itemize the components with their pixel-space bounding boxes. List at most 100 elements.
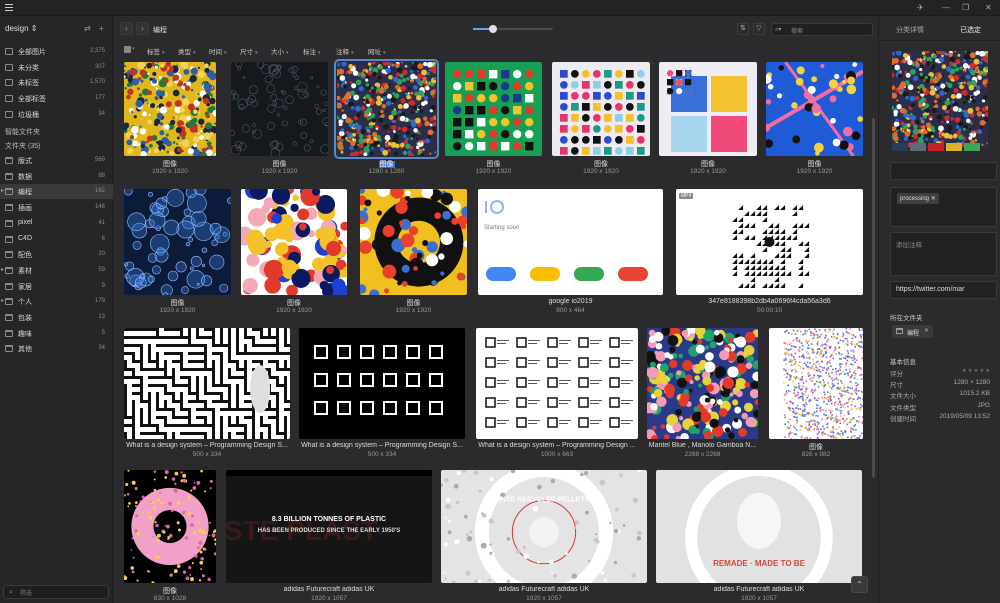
folder-chip[interactable]: 编程 ✕: [892, 325, 933, 338]
thumbnail[interactable]: Starting soon: [478, 189, 663, 295]
filter-chip[interactable]: 网址 ▾: [368, 46, 386, 56]
thumbnail-art: [476, 328, 638, 439]
sidebar-item[interactable]: 其他 34: [0, 341, 113, 356]
thumbnail[interactable]: [766, 62, 863, 156]
sidebar-item[interactable]: C4D 6: [0, 232, 113, 247]
filter-chip[interactable]: 时间 ▾: [209, 46, 227, 56]
sidebar-item[interactable]: pixel 41: [0, 216, 113, 231]
filter-chip[interactable]: 类型 ▾: [178, 46, 196, 56]
zoom-slider-knob[interactable]: [489, 25, 497, 33]
sidebar-item[interactable]: 未分类 307: [0, 60, 113, 75]
thumbnail[interactable]: [769, 328, 863, 439]
view-mode-icon[interactable]: [124, 46, 131, 53]
sidebar-item[interactable]: 家居 9: [0, 279, 113, 294]
thumbnail[interactable]: MP4: [676, 189, 863, 295]
thumbnail[interactable]: [445, 62, 542, 156]
tile-caption: What is a design system – Programming De…: [299, 442, 465, 449]
sidebar-filter-input[interactable]: ⌕ 筛选: [3, 585, 109, 599]
sidebar-item[interactable]: 全部图片 2,375: [0, 44, 113, 59]
thumbnail[interactable]: [476, 328, 638, 439]
back-button[interactable]: ‹: [120, 22, 133, 35]
sidebar-item[interactable]: 版式 569: [0, 153, 113, 168]
filter-chip[interactable]: 注释 ▾: [336, 46, 354, 56]
thumbnail[interactable]: [231, 62, 328, 156]
thumbnail[interactable]: [552, 62, 650, 156]
sidebar-item[interactable]: 插画 146: [0, 200, 113, 215]
color-swatch[interactable]: [946, 143, 962, 151]
folder-remove-icon[interactable]: ✕: [924, 327, 929, 334]
thumbnail[interactable]: [299, 328, 465, 439]
thumbnail[interactable]: [124, 189, 231, 295]
forward-button[interactable]: ›: [136, 22, 149, 35]
tile-dimensions: 1920 x 1920: [276, 307, 312, 314]
sidebar-item[interactable]: 包装 13: [0, 310, 113, 325]
sidebar-item[interactable]: ▸ 素材 59: [0, 263, 113, 278]
title-bar: ✈ — ❐ ✕: [0, 0, 1000, 16]
tile-caption: What is a design system – Programming De…: [124, 442, 290, 449]
thumbnail[interactable]: [647, 328, 758, 439]
thumbnail[interactable]: [124, 470, 216, 583]
tile-caption-text: adidas Futurecraft adidas UK: [498, 586, 590, 593]
menu-icon[interactable]: [5, 4, 13, 5]
tag-remove-icon[interactable]: ✕: [931, 196, 936, 202]
thumbnail[interactable]: [124, 62, 216, 156]
sidebar-item[interactable]: ▸ 编程 162: [0, 184, 113, 200]
grid-scrollbar[interactable]: [872, 118, 875, 478]
thumbnail[interactable]: REMADE · MADE TO BE: [656, 470, 862, 583]
scroll-top-button[interactable]: ⌃: [851, 576, 868, 593]
tab-selected[interactable]: 已选定: [960, 25, 981, 35]
expand-caret-icon[interactable]: ▸: [1, 297, 4, 304]
search-input[interactable]: ⌕▾ 搜索: [771, 23, 873, 36]
color-swatch[interactable]: [910, 143, 926, 151]
expand-caret-icon[interactable]: ▸: [1, 266, 4, 273]
tags-field[interactable]: processing ✕: [890, 187, 997, 227]
sidebar-item[interactable]: 数据 88: [0, 169, 113, 184]
pin-icon[interactable]: ✈: [917, 3, 924, 12]
thumbnail[interactable]: INTO RECYCLED PELLETS: [441, 470, 647, 583]
url-field[interactable]: https://twitter.com/mar: [890, 281, 997, 299]
sync-icon[interactable]: ⇄: [84, 24, 91, 33]
color-swatch[interactable]: [964, 143, 980, 151]
add-icon[interactable]: +: [99, 24, 104, 33]
color-swatch[interactable]: [892, 143, 908, 151]
filter-icon[interactable]: ▽: [753, 23, 765, 35]
sidebar-item[interactable]: 垃圾桶 34: [0, 107, 113, 122]
thumbnail[interactable]: STE PLAST 8.3 BILLION TONNES OF PLASTIC HA…: [226, 470, 432, 583]
maximize-icon[interactable]: ❐: [962, 3, 969, 12]
filter-chip[interactable]: 标注 ▾: [303, 46, 321, 56]
thumbnail[interactable]: [124, 328, 290, 439]
filter-chip-label: 注释: [336, 49, 349, 56]
expand-caret-icon[interactable]: ▸: [1, 187, 4, 194]
thumbnail-art: [124, 62, 216, 156]
sidebar-item[interactable]: 趣味 5: [0, 326, 113, 341]
filter-chip[interactable]: 大小 ▾: [271, 46, 289, 56]
zoom-slider[interactable]: [473, 25, 553, 33]
color-swatch[interactable]: [928, 143, 944, 151]
filter-chip[interactable]: 标签 ▾: [147, 46, 165, 56]
view-mode-caret-icon[interactable]: ▾: [132, 46, 135, 52]
sidebar-item[interactable]: 全部标签 177: [0, 91, 113, 106]
title-field[interactable]: [890, 162, 997, 180]
thumbnail[interactable]: [360, 189, 467, 295]
thumbnail[interactable]: [241, 189, 347, 295]
close-icon[interactable]: ✕: [985, 3, 992, 12]
notes-field[interactable]: 添加注释: [890, 232, 997, 276]
thumbnail[interactable]: [659, 62, 757, 156]
tab-folder-detail[interactable]: 分类详情: [896, 25, 924, 35]
sort-icon[interactable]: ⇅: [737, 23, 749, 35]
sidebar-item[interactable]: 未标签 1,570: [0, 75, 113, 90]
url-value: https://twitter.com/mar: [896, 286, 965, 293]
sidebar-item[interactable]: ▸ 个人 179: [0, 294, 113, 309]
chevron-down-icon: ▾: [351, 50, 354, 56]
thumbnail-art: [445, 62, 542, 156]
tag-chip[interactable]: processing ✕: [897, 193, 939, 204]
tile-dimensions: 500 x 334: [367, 451, 397, 458]
thumbnail[interactable]: [334, 59, 439, 159]
sidebar-item[interactable]: 配色 20: [0, 247, 113, 262]
minimize-icon[interactable]: —: [942, 3, 950, 12]
smart-folders-header[interactable]: 智能文件夹: [5, 127, 40, 137]
library-switcher[interactable]: design ⇕: [5, 24, 38, 33]
rating-stars[interactable]: ★ ★ ★ ★ ★: [962, 368, 990, 374]
folders-header[interactable]: 文件夹 (35): [5, 141, 40, 151]
filter-chip[interactable]: 尺寸 ▾: [240, 46, 258, 56]
